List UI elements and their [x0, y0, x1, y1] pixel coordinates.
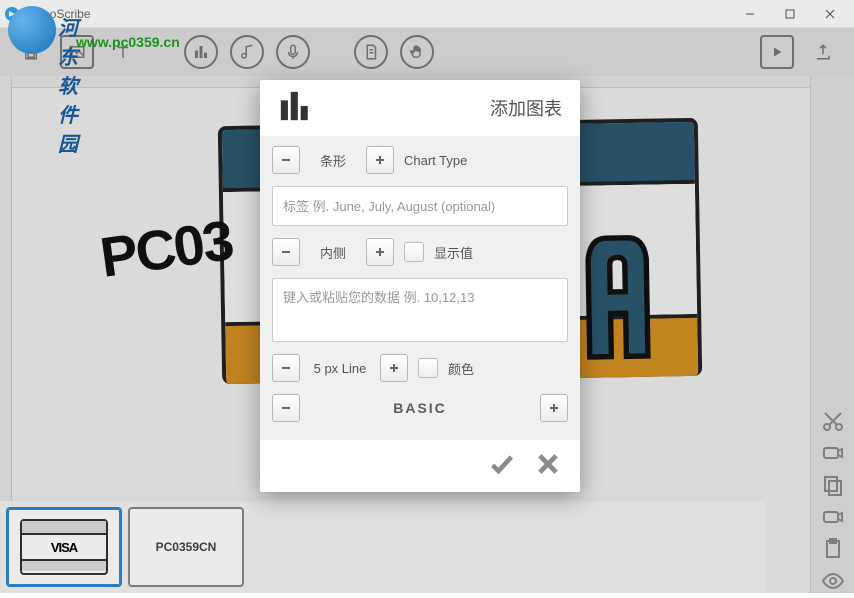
chart-type-value: 条形 — [310, 151, 356, 170]
cancel-button[interactable] — [534, 450, 562, 483]
line-width-inc-button[interactable] — [380, 354, 408, 382]
show-values-label: 显示值 — [434, 243, 473, 262]
line-width-label: 5 px Line — [310, 361, 370, 376]
color-label: 颜色 — [448, 359, 474, 378]
values-pos-next-button[interactable] — [366, 238, 394, 266]
labels-input[interactable] — [272, 186, 568, 226]
style-label: BASIC — [310, 400, 530, 416]
confirm-button[interactable] — [488, 450, 516, 483]
data-textarea[interactable] — [272, 278, 568, 342]
dialog-title: 添加图表 — [490, 95, 562, 121]
style-prev-button[interactable] — [272, 394, 300, 422]
chart-dialog-icon — [278, 89, 312, 128]
values-pos-prev-button[interactable] — [272, 238, 300, 266]
style-next-button[interactable] — [540, 394, 568, 422]
show-values-checkbox[interactable] — [404, 242, 424, 262]
values-pos-value: 内侧 — [310, 243, 356, 262]
chart-type-label: Chart Type — [404, 153, 467, 168]
chart-type-next-button[interactable] — [366, 146, 394, 174]
chart-type-prev-button[interactable] — [272, 146, 300, 174]
add-chart-dialog: 添加图表 条形 Chart Type 内侧 显示值 5 px Line 颜色 B… — [260, 80, 580, 492]
color-swatch[interactable] — [418, 358, 438, 378]
line-width-dec-button[interactable] — [272, 354, 300, 382]
